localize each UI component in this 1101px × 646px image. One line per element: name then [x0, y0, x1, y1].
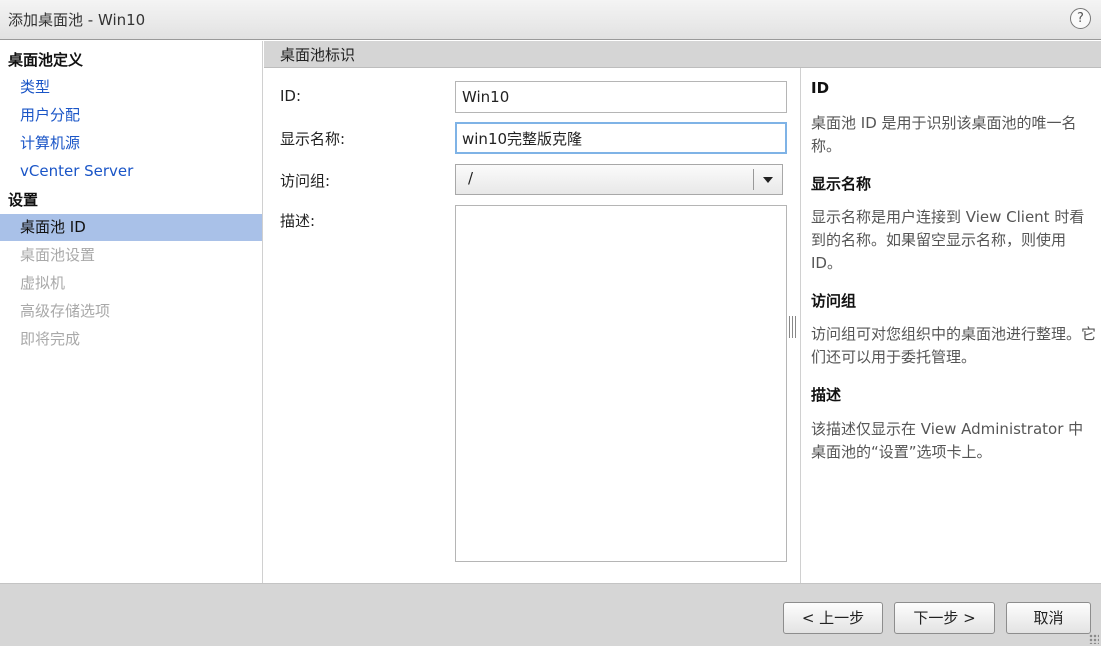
help-text-id: 桌面池 ID 是用于识别该桌面池的唯一名称。: [811, 114, 1077, 155]
help-icon[interactable]: ?: [1070, 8, 1091, 29]
help-heading-display-name: 显示名称: [811, 175, 872, 193]
help-text-display-name: 显示名称是用户连接到 View Client 时看到的名称。如果留空显示名称，则…: [811, 208, 1085, 272]
select-divider: [753, 169, 754, 190]
nav-item-type[interactable]: 类型: [0, 74, 262, 101]
access-group-label: 访问组:: [280, 172, 331, 190]
display-name-label: 显示名称:: [280, 130, 346, 148]
section-header-title: 桌面池标识: [280, 46, 356, 64]
cancel-button[interactable]: 取消: [1006, 602, 1091, 634]
nav-item-virtual-machines: 虚拟机: [20, 274, 66, 292]
add-desktop-pool-dialog: 添加桌面池 - Win10 ? 桌面池定义 类型 用户分配 计算机源 vCent…: [0, 0, 1101, 646]
panel-splitter-handle[interactable]: [789, 316, 796, 338]
help-heading-access-group: 访问组: [811, 292, 857, 310]
help-text-description: 该描述仅显示在 View Administrator 中桌面池的“设置”选项卡上…: [811, 420, 1084, 461]
display-name-input[interactable]: [455, 122, 787, 154]
help-heading-id: ID: [811, 79, 830, 97]
section-header: 桌面池标识: [264, 41, 1101, 68]
wizard-sidebar: 桌面池定义 类型 用户分配 计算机源 vCenter Server 设置 桌面池…: [0, 41, 263, 583]
nav-item-advanced-storage: 高级存储选项: [20, 302, 111, 320]
id-label: ID:: [280, 87, 302, 105]
chevron-down-icon[interactable]: [763, 177, 773, 183]
nav-section-settings: 设置: [8, 191, 39, 209]
description-textarea[interactable]: [455, 205, 787, 562]
pool-id-form: ID: 显示名称: 访问组: / 描述:: [264, 68, 800, 583]
access-group-value: /: [468, 169, 474, 187]
nav-item-vcenter-server[interactable]: vCenter Server: [0, 158, 262, 185]
nav-item-user-assignment[interactable]: 用户分配: [0, 102, 262, 129]
nav-section-pool-definition: 桌面池定义: [8, 51, 84, 69]
window-title: 添加桌面池 - Win10: [8, 11, 146, 29]
nav-item-pool-settings: 桌面池设置: [20, 246, 96, 264]
nav-item-pool-id[interactable]: 桌面池 ID: [0, 214, 262, 241]
title-bar: 添加桌面池 - Win10 ?: [0, 0, 1101, 40]
nav-item-ready-to-complete: 即将完成: [20, 330, 81, 348]
nav-item-machine-source[interactable]: 计算机源: [0, 130, 262, 157]
back-button[interactable]: < 上一步: [783, 602, 883, 634]
description-label: 描述:: [280, 212, 316, 230]
wizard-footer: < 上一步 下一步 > 取消: [0, 583, 1101, 646]
resize-grip-icon[interactable]: [1089, 634, 1099, 644]
id-input[interactable]: [455, 81, 787, 113]
help-heading-description: 描述: [811, 386, 842, 404]
help-panel: ID 桌面池 ID 是用于识别该桌面池的唯一名称。 显示名称 显示名称是用户连接…: [800, 68, 1101, 583]
access-group-select[interactable]: /: [455, 164, 783, 195]
next-button[interactable]: 下一步 >: [894, 602, 995, 634]
help-text-access-group: 访问组可对您组织中的桌面池进行整理。它们还可以用于委托管理。: [811, 325, 1097, 366]
